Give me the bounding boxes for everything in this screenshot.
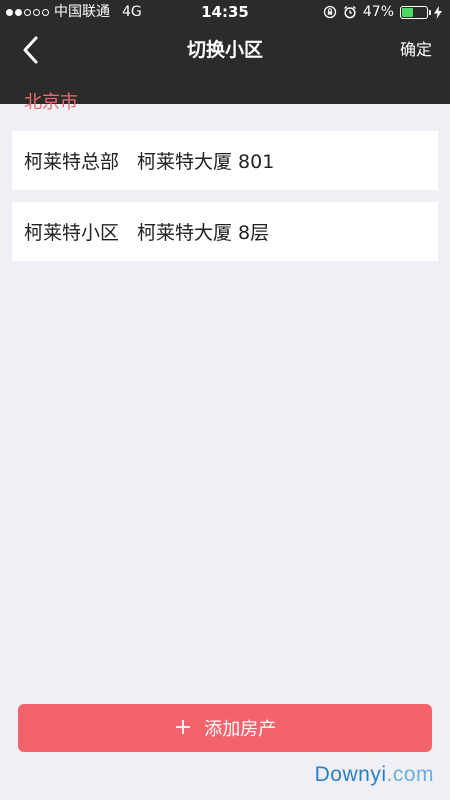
community-name: 柯莱特小区 — [24, 222, 120, 244]
add-property-label: 添加房产 — [204, 719, 277, 740]
community-item[interactable]: 柯莱特小区 柯莱特大厦 8层 — [12, 202, 438, 261]
community-name: 柯莱特总部 — [24, 151, 120, 173]
add-property-button[interactable]: + 添加房产 — [18, 704, 432, 752]
alarm-icon — [343, 5, 356, 19]
chevron-left-icon — [23, 36, 38, 64]
battery-icon — [400, 5, 431, 19]
watermark-tld: .com — [386, 763, 434, 786]
back-button[interactable] — [14, 32, 50, 68]
community-list: 柯莱特总部 柯莱特大厦 801 柯莱特小区 柯莱特大厦 8层 — [12, 131, 438, 273]
battery-percent: 47% — [362, 4, 394, 20]
confirm-button[interactable]: 确定 — [400, 24, 432, 76]
community-address: 柯莱特大厦 801 — [137, 151, 275, 173]
charging-icon — [434, 5, 442, 19]
plus-icon: + — [173, 715, 193, 740]
city-section-label: 北京市 — [24, 92, 78, 113]
status-bar-right: 47% — [323, 0, 442, 24]
status-bar: 中国联通 4G 14:35 47% — [0, 0, 450, 24]
page-title: 切换小区 — [186, 39, 263, 61]
orientation-lock-icon — [323, 5, 337, 19]
nav-bar: 切换小区 确定 — [0, 24, 450, 76]
watermark-logo: Downyi.com — [315, 763, 434, 787]
battery-fill — [402, 7, 414, 17]
community-item[interactable]: 柯莱特总部 柯莱特大厦 801 — [12, 131, 438, 190]
community-address: 柯莱特大厦 8层 — [137, 222, 270, 244]
watermark-brand: Downyi — [314, 763, 387, 786]
